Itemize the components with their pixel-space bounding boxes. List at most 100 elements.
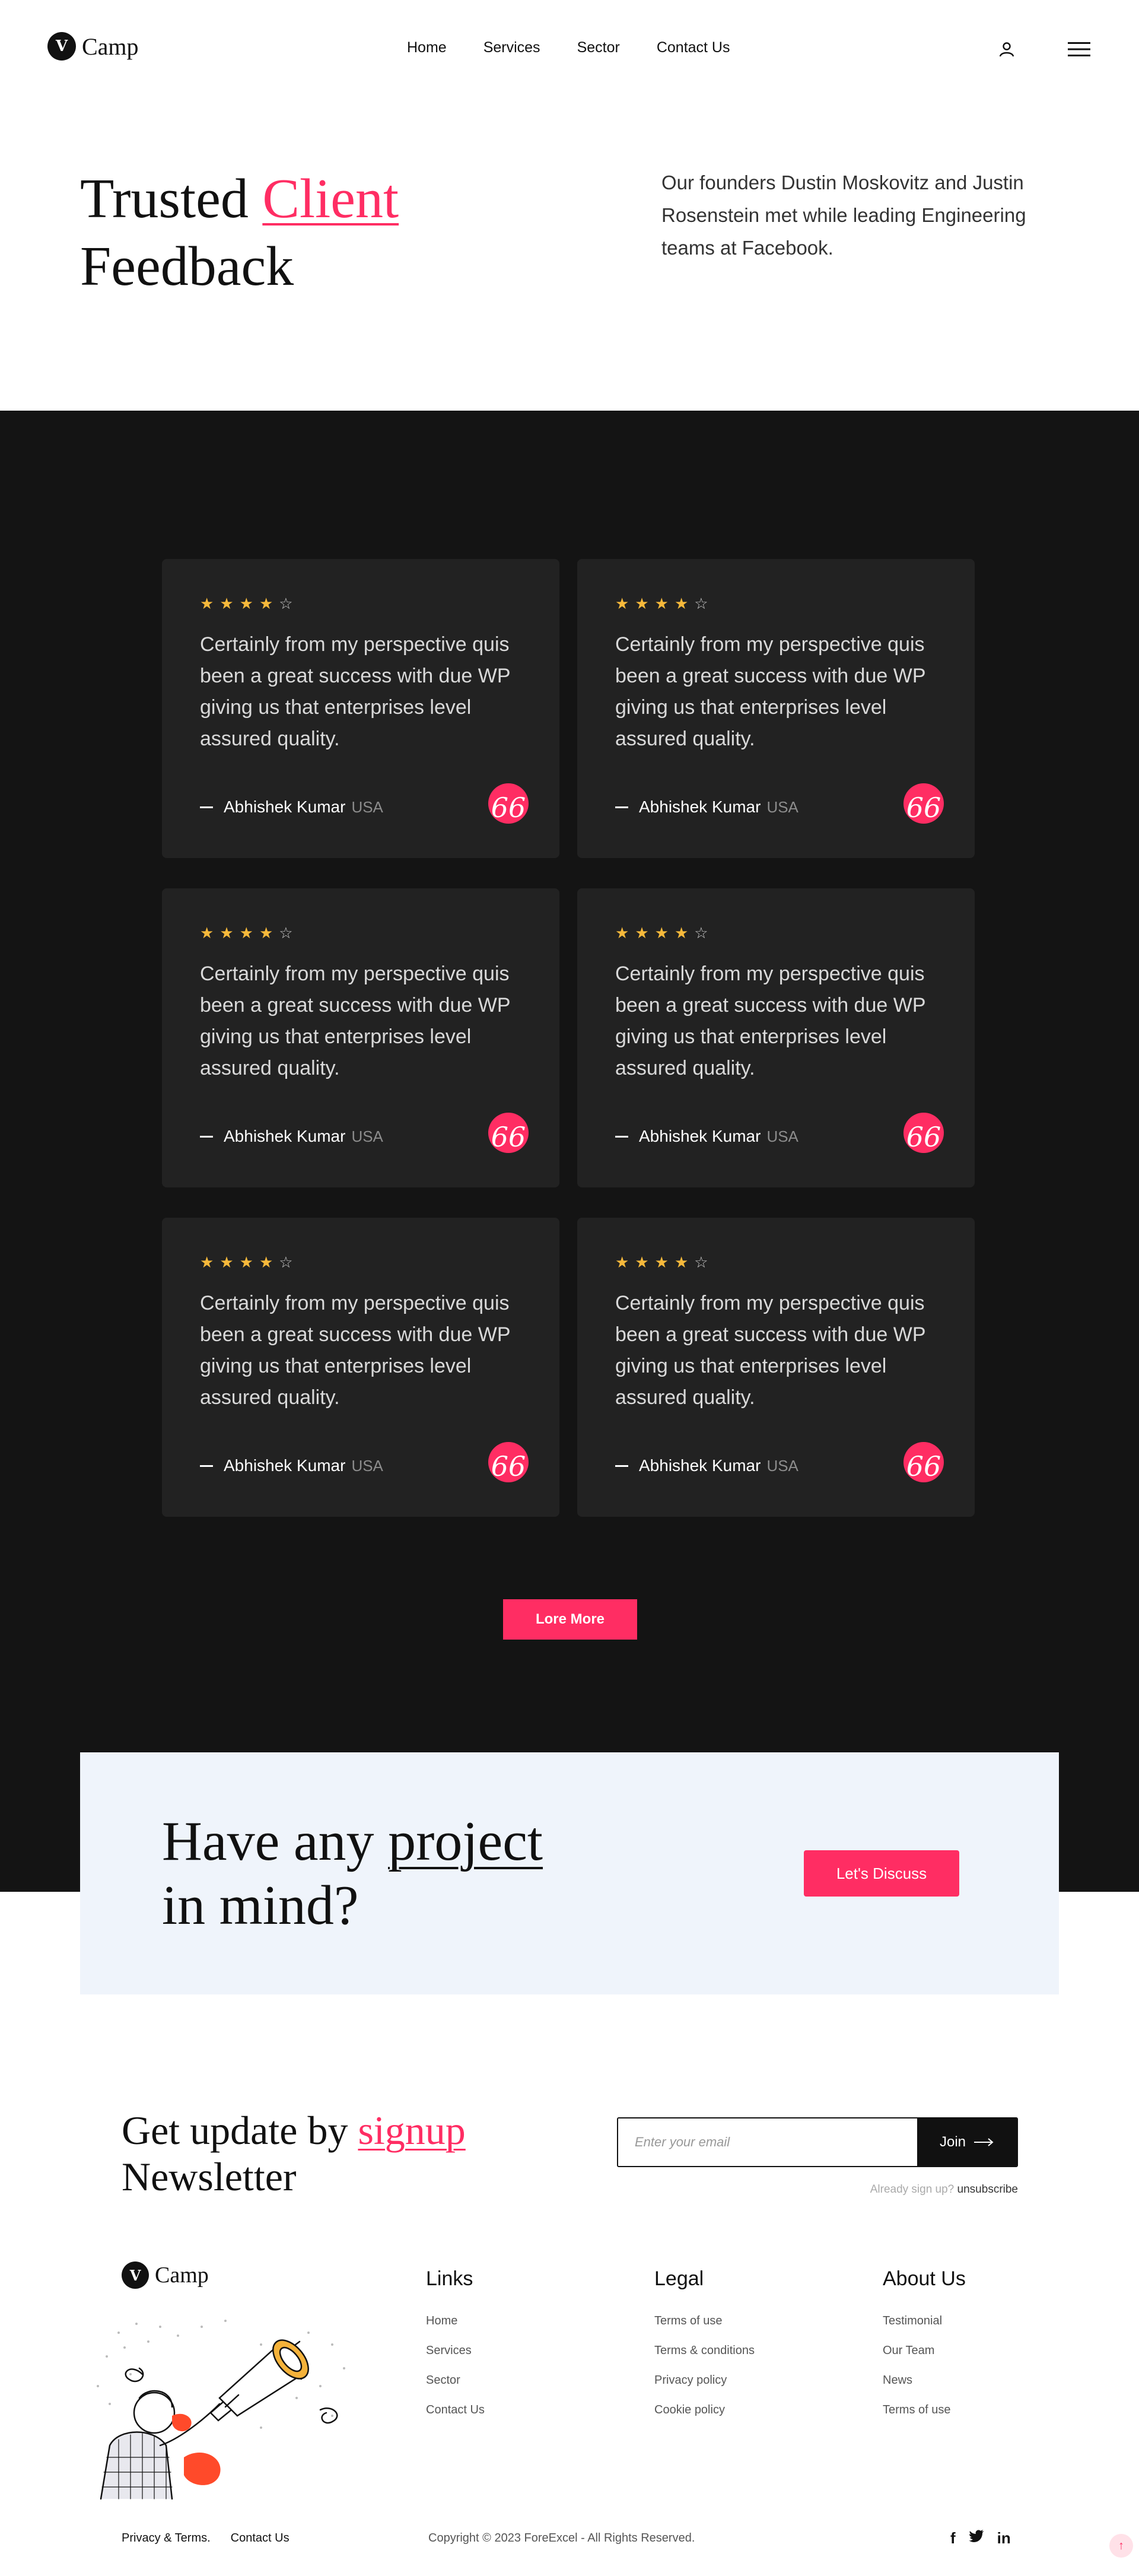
- testimonial-author: Abhishek Kumar USA: [200, 1127, 383, 1146]
- star-filled-icon: ★: [239, 924, 253, 942]
- star-filled-icon: ★: [654, 924, 669, 942]
- rating-stars: ★ ★ ★ ★ ☆: [200, 1254, 293, 1270]
- star-filled-icon: ★: [219, 595, 234, 612]
- footer-link-our-team[interactable]: Our Team: [883, 2336, 966, 2365]
- star-filled-icon: ★: [635, 924, 649, 942]
- testimonials-section: ★ ★ ★ ★ ☆ Certainly from my perspective quis …: [0, 411, 1139, 1892]
- quote-icon: 66: [903, 1442, 944, 1482]
- author-location: USA: [351, 798, 383, 816]
- author-dash: [200, 806, 213, 808]
- testimonial-author: Abhishek Kumar USA: [615, 1127, 798, 1146]
- footer-link-sector[interactable]: Sector: [426, 2365, 485, 2395]
- footer-link-terms-of-use[interactable]: Terms of use: [654, 2306, 755, 2336]
- quote-icon: 66: [488, 783, 529, 824]
- rating-stars: ★ ★ ★ ★ ☆: [200, 596, 293, 611]
- newsletter-title: Get update by signup Newsletter: [122, 2107, 466, 2200]
- facebook-icon[interactable]: f: [950, 2529, 956, 2548]
- testimonial-card: ★ ★ ★ ★ ☆ Certainly from my perspective quis …: [577, 888, 975, 1187]
- star-filled-icon: ★: [200, 595, 214, 612]
- newsletter-note: Already sign up? unsubscribe: [771, 2183, 1018, 2196]
- hero-section: Trusted Client Feedback Our founders Dus…: [0, 101, 1139, 411]
- star-filled-icon: ★: [200, 1253, 214, 1271]
- menu-icon[interactable]: [1068, 40, 1090, 58]
- quote-icon: 66: [903, 783, 944, 824]
- testimonial-quote: Certainly from my perspective quis been …: [200, 633, 510, 750]
- rating-stars: ★ ★ ★ ★ ☆: [200, 925, 293, 941]
- twitter-icon[interactable]: [968, 2529, 984, 2542]
- logo[interactable]: V Camp: [47, 32, 139, 61]
- lets-discuss-button[interactable]: Let's Discuss: [804, 1850, 959, 1897]
- star-filled-icon: ★: [635, 595, 649, 612]
- star-filled-icon: ★: [674, 595, 689, 612]
- email-input[interactable]: [618, 2118, 917, 2166]
- author-dash: [200, 1135, 213, 1138]
- author-location: USA: [766, 798, 798, 816]
- copyright-text: Copyright © 2023 ForeExcel - All Rights …: [428, 2531, 695, 2545]
- rating-stars: ★ ★ ★ ★ ☆: [615, 1254, 708, 1270]
- footer-link-terms-conditions[interactable]: Terms & conditions: [654, 2336, 755, 2365]
- newsletter-section: Get update by signup Newsletter Join Alr…: [0, 1994, 1139, 2261]
- star-filled-icon: ★: [239, 595, 253, 612]
- contact-us-link[interactable]: Contact Us: [231, 2531, 289, 2545]
- cta-title-part1: Have any: [162, 1810, 389, 1872]
- logo-text: Camp: [82, 33, 139, 60]
- social-links: f in: [950, 2529, 1011, 2548]
- lore-more-button[interactable]: Lore More: [503, 1599, 637, 1640]
- footer-col-title: Links: [426, 2267, 473, 2290]
- testimonial-quote: Certainly from my perspective quis been …: [200, 963, 510, 1079]
- testimonial-card: ★ ★ ★ ★ ☆ Certainly from my perspective quis …: [577, 559, 975, 858]
- star-filled-icon: ★: [239, 1253, 253, 1271]
- testimonial-quote: Certainly from my perspective quis been …: [200, 1292, 510, 1409]
- author-name: Abhishek Kumar: [639, 1456, 761, 1475]
- newsletter-title-accent: signup: [358, 2108, 466, 2153]
- hero-title-part1: Trusted: [80, 168, 263, 230]
- author-name: Abhishek Kumar: [639, 798, 761, 816]
- footer-link-terms-of-use-2[interactable]: Terms of use: [883, 2395, 966, 2425]
- privacy-terms-link[interactable]: Privacy & Terms.: [122, 2531, 211, 2545]
- author-name: Abhishek Kumar: [224, 798, 346, 816]
- nav-contact-us[interactable]: Contact Us: [657, 39, 730, 56]
- footer-link-testimonial[interactable]: Testimonial: [883, 2306, 966, 2336]
- footer-col-links: Links Home Services Sector Contact Us: [426, 2267, 485, 2425]
- nav-services[interactable]: Services: [483, 39, 540, 56]
- testimonial-quote: Certainly from my perspective quis been …: [615, 633, 925, 750]
- star-empty-icon: ☆: [279, 595, 293, 612]
- testimonial-card: ★ ★ ★ ★ ☆ Certainly from my perspective quis …: [162, 559, 559, 858]
- quote-icon: 66: [488, 1442, 529, 1482]
- nav-sector[interactable]: Sector: [577, 39, 620, 56]
- footer-link-news[interactable]: News: [883, 2365, 966, 2395]
- cta-banner: Have any project in mind? Let's Discuss: [80, 1752, 1059, 1994]
- footer-link-privacy-policy[interactable]: Privacy policy: [654, 2365, 755, 2395]
- author-name: Abhishek Kumar: [224, 1456, 346, 1475]
- newsletter-title-part1: Get update by: [122, 2108, 358, 2153]
- testimonial-author: Abhishek Kumar USA: [615, 1456, 798, 1475]
- footer-link-home[interactable]: Home: [426, 2306, 485, 2336]
- star-filled-icon: ★: [654, 595, 669, 612]
- star-empty-icon: ☆: [279, 924, 293, 942]
- star-empty-icon: ☆: [279, 1253, 293, 1271]
- footer-link-contact[interactable]: Contact Us: [426, 2395, 485, 2425]
- cta-title-underlined: project: [388, 1810, 543, 1872]
- footer-logo[interactable]: V Camp: [122, 2261, 209, 2289]
- logo-badge: V: [47, 32, 76, 61]
- footer-bottom-links: Privacy & Terms. Contact Us: [122, 2531, 289, 2545]
- testimonial-author: Abhishek Kumar USA: [200, 798, 383, 817]
- join-label: Join: [939, 2134, 966, 2150]
- author-name: Abhishek Kumar: [639, 1127, 761, 1145]
- linkedin-icon[interactable]: in: [997, 2529, 1011, 2548]
- scroll-to-top-icon[interactable]: ↑: [1109, 2534, 1133, 2558]
- newsletter-form: Join: [617, 2117, 1018, 2167]
- footer-link-cookie-policy[interactable]: Cookie policy: [654, 2395, 755, 2425]
- star-filled-icon: ★: [259, 595, 273, 612]
- megaphone-illustration: [97, 2320, 345, 2500]
- newsletter-title-part2: Newsletter: [122, 2154, 297, 2199]
- nav-home[interactable]: Home: [407, 39, 447, 56]
- unsubscribe-link[interactable]: unsubscribe: [957, 2183, 1018, 2196]
- star-empty-icon: ☆: [694, 595, 708, 612]
- footer-link-services[interactable]: Services: [426, 2336, 485, 2365]
- testimonial-card: ★ ★ ★ ★ ☆ Certainly from my perspective quis …: [577, 1218, 975, 1517]
- hero-title-accent: Client: [262, 168, 399, 230]
- user-icon[interactable]: [998, 40, 1016, 58]
- join-button[interactable]: Join: [917, 2118, 1017, 2166]
- star-empty-icon: ☆: [694, 1253, 708, 1271]
